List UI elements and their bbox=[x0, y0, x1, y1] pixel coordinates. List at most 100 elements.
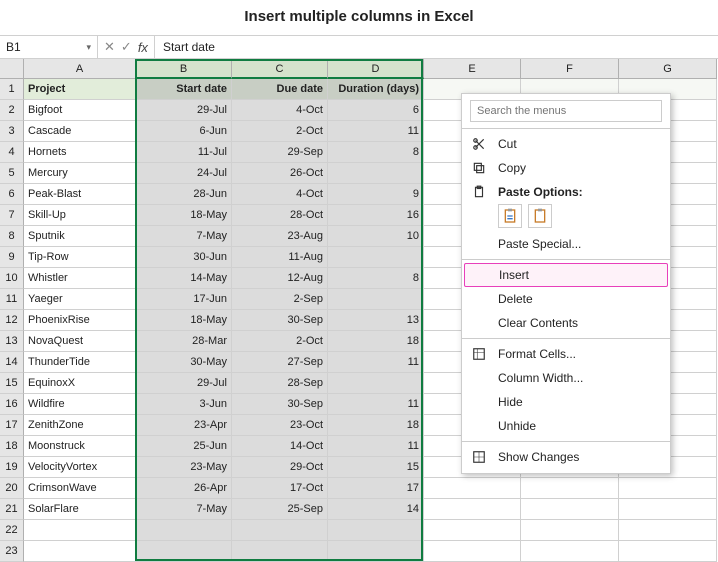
menu-cut[interactable]: Cut bbox=[462, 132, 670, 156]
cell[interactable]: 8 bbox=[328, 142, 424, 163]
cell[interactable]: 6 bbox=[328, 100, 424, 121]
cell[interactable]: 9 bbox=[328, 184, 424, 205]
row-header[interactable]: 5 bbox=[0, 163, 24, 184]
cell[interactable]: Yaeger bbox=[24, 289, 136, 310]
row-header[interactable]: 17 bbox=[0, 415, 24, 436]
cell[interactable]: 30-Sep bbox=[232, 310, 328, 331]
menu-unhide[interactable]: Unhide bbox=[462, 414, 670, 438]
cell[interactable]: 23-Aug bbox=[232, 226, 328, 247]
header-cell[interactable]: Duration (days) bbox=[328, 79, 424, 100]
paste-option-1[interactable] bbox=[498, 204, 522, 228]
cell[interactable] bbox=[424, 478, 521, 499]
cell[interactable]: VelocityVortex bbox=[24, 457, 136, 478]
cell[interactable]: 7-May bbox=[136, 226, 232, 247]
menu-show-changes[interactable]: Show Changes bbox=[462, 445, 670, 469]
cell[interactable]: 11 bbox=[328, 436, 424, 457]
row-header[interactable]: 19 bbox=[0, 457, 24, 478]
cell[interactable]: 28-Sep bbox=[232, 373, 328, 394]
row-header[interactable]: 20 bbox=[0, 478, 24, 499]
row-header[interactable]: 3 bbox=[0, 121, 24, 142]
menu-clear[interactable]: Clear Contents bbox=[462, 311, 670, 335]
column-header-F[interactable]: F bbox=[521, 59, 619, 79]
row-header[interactable]: 21 bbox=[0, 499, 24, 520]
cell[interactable]: Hornets bbox=[24, 142, 136, 163]
menu-column-width[interactable]: Column Width... bbox=[462, 366, 670, 390]
name-box[interactable]: B1 ▾ bbox=[0, 36, 98, 58]
cell[interactable]: 18 bbox=[328, 331, 424, 352]
row-header[interactable]: 15 bbox=[0, 373, 24, 394]
cell[interactable]: Bigfoot bbox=[24, 100, 136, 121]
cell[interactable]: 12-Aug bbox=[232, 268, 328, 289]
cell[interactable]: Skill-Up bbox=[24, 205, 136, 226]
cell[interactable]: 6-Jun bbox=[136, 121, 232, 142]
cell[interactable]: Peak-Blast bbox=[24, 184, 136, 205]
menu-paste-special[interactable]: Paste Special... bbox=[462, 232, 670, 256]
row-header[interactable]: 10 bbox=[0, 268, 24, 289]
row-header[interactable]: 1 bbox=[0, 79, 24, 100]
cell[interactable]: 3-Jun bbox=[136, 394, 232, 415]
cell[interactable]: 26-Apr bbox=[136, 478, 232, 499]
cell[interactable]: 18 bbox=[328, 415, 424, 436]
cell[interactable]: 15 bbox=[328, 457, 424, 478]
cell[interactable] bbox=[521, 520, 619, 541]
cell[interactable]: 28-Mar bbox=[136, 331, 232, 352]
cell[interactable]: CrimsonWave bbox=[24, 478, 136, 499]
cell[interactable] bbox=[24, 541, 136, 562]
menu-insert[interactable]: Insert bbox=[464, 263, 668, 287]
menu-copy[interactable]: Copy bbox=[462, 156, 670, 180]
cell[interactable] bbox=[328, 163, 424, 184]
cell[interactable] bbox=[424, 541, 521, 562]
row-header[interactable]: 9 bbox=[0, 247, 24, 268]
row-header[interactable]: 4 bbox=[0, 142, 24, 163]
fx-icon[interactable]: fx bbox=[138, 40, 148, 55]
row-header[interactable]: 7 bbox=[0, 205, 24, 226]
cell[interactable]: Cascade bbox=[24, 121, 136, 142]
cell[interactable]: 18-May bbox=[136, 205, 232, 226]
cell[interactable]: ThunderTide bbox=[24, 352, 136, 373]
cell[interactable] bbox=[136, 541, 232, 562]
cell[interactable]: 2-Oct bbox=[232, 331, 328, 352]
cell[interactable]: Moonstruck bbox=[24, 436, 136, 457]
cell[interactable]: 11 bbox=[328, 121, 424, 142]
menu-hide[interactable]: Hide bbox=[462, 390, 670, 414]
cell[interactable] bbox=[328, 373, 424, 394]
cell[interactable]: 17 bbox=[328, 478, 424, 499]
column-header-D[interactable]: D bbox=[328, 59, 424, 79]
cell[interactable] bbox=[424, 499, 521, 520]
cell[interactable]: 23-Apr bbox=[136, 415, 232, 436]
cell[interactable] bbox=[136, 520, 232, 541]
cell[interactable] bbox=[24, 520, 136, 541]
cell[interactable] bbox=[619, 478, 717, 499]
cell[interactable]: 29-Oct bbox=[232, 457, 328, 478]
column-header-E[interactable]: E bbox=[424, 59, 521, 79]
select-all-corner[interactable] bbox=[0, 59, 24, 79]
column-header-C[interactable]: C bbox=[232, 59, 328, 79]
cell[interactable] bbox=[328, 541, 424, 562]
cell[interactable] bbox=[328, 247, 424, 268]
cell[interactable]: 14-May bbox=[136, 268, 232, 289]
cell[interactable] bbox=[424, 520, 521, 541]
cell[interactable]: 23-Oct bbox=[232, 415, 328, 436]
cell[interactable]: 25-Jun bbox=[136, 436, 232, 457]
cell[interactable]: 2-Oct bbox=[232, 121, 328, 142]
cell[interactable]: 27-Sep bbox=[232, 352, 328, 373]
row-header[interactable]: 11 bbox=[0, 289, 24, 310]
cell[interactable]: 10 bbox=[328, 226, 424, 247]
cell[interactable]: 16 bbox=[328, 205, 424, 226]
cell[interactable]: 11-Jul bbox=[136, 142, 232, 163]
menu-search-input[interactable] bbox=[470, 100, 662, 122]
row-header[interactable]: 12 bbox=[0, 310, 24, 331]
cell[interactable]: 30-May bbox=[136, 352, 232, 373]
cell[interactable]: Sputnik bbox=[24, 226, 136, 247]
cell[interactable]: Whistler bbox=[24, 268, 136, 289]
header-cell[interactable]: Due date bbox=[232, 79, 328, 100]
cell[interactable] bbox=[521, 499, 619, 520]
row-header[interactable]: 2 bbox=[0, 100, 24, 121]
check-icon[interactable]: ✓ bbox=[121, 39, 132, 55]
cell[interactable] bbox=[328, 520, 424, 541]
cell[interactable]: 14 bbox=[328, 499, 424, 520]
cell[interactable]: 29-Sep bbox=[232, 142, 328, 163]
header-cell[interactable]: Project bbox=[24, 79, 136, 100]
cell[interactable]: NovaQuest bbox=[24, 331, 136, 352]
row-header[interactable]: 6 bbox=[0, 184, 24, 205]
